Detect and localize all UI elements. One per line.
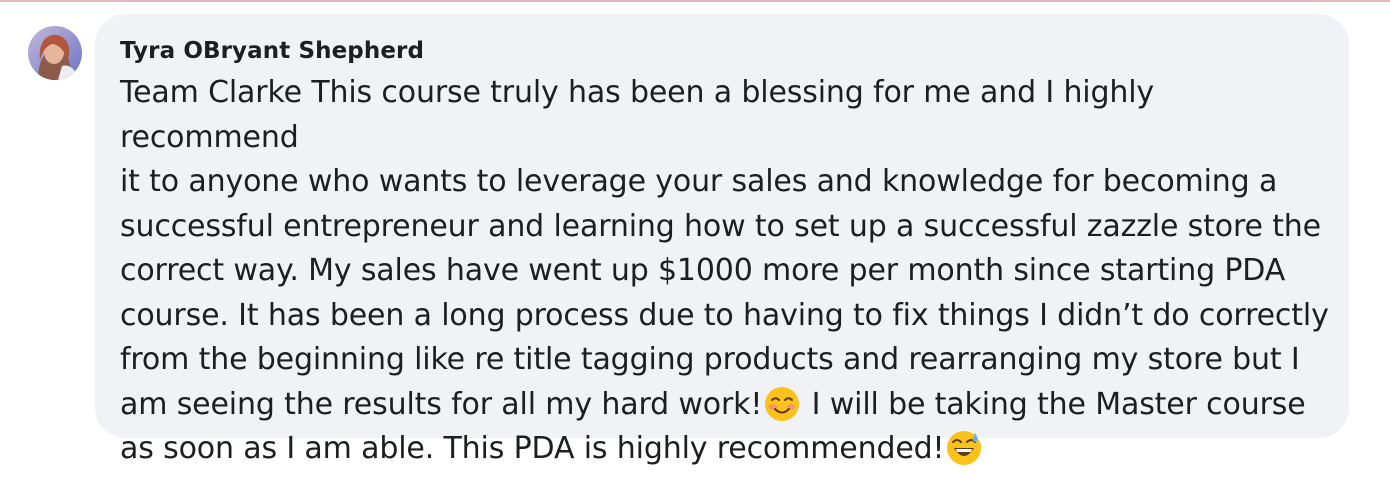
grinning-face-with-sweat-icon [947, 431, 982, 465]
comment-text: Team Clarke This course truly has been a… [120, 71, 1329, 472]
avatar[interactable] [28, 26, 82, 80]
comment-text-part1: Team Clarke This course truly has been a… [120, 75, 1329, 422]
comment-bubble: Tyra OBryant Shepherd Team Clarke This c… [95, 14, 1349, 466]
avatar-image [28, 26, 82, 80]
comment-author[interactable]: Tyra OBryant Shepherd [120, 36, 424, 66]
smiling-face-with-blush-icon [765, 386, 800, 421]
comment: Tyra OBryant Shepherd Team Clarke This c… [0, 0, 1390, 484]
